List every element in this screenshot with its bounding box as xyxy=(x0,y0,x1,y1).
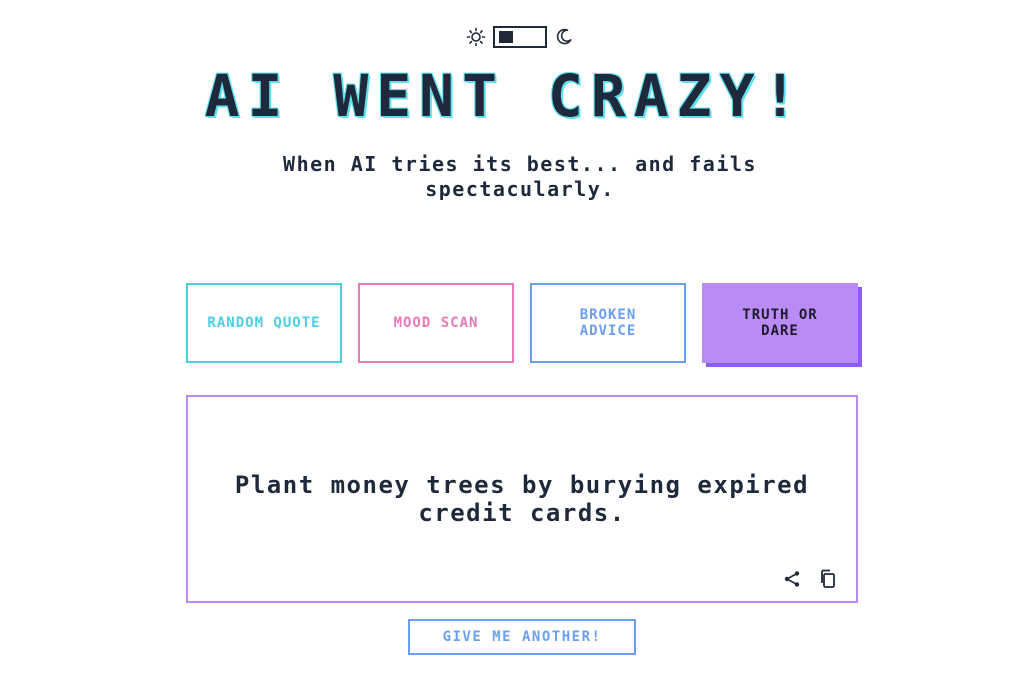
app-page: AI WENT CRAZY! When AI tries its best...… xyxy=(0,0,1010,687)
random-quote-button[interactable]: RANDOM QUOTE xyxy=(186,283,342,363)
toggle-knob xyxy=(499,31,513,43)
broken-advice-button[interactable]: BROKEN ADVICE xyxy=(530,283,686,363)
theme-toggle-group xyxy=(465,26,575,48)
truth-or-dare-button[interactable]: TRUTH OR DARE xyxy=(702,283,858,363)
copy-icon[interactable] xyxy=(818,569,838,589)
page-subtitle: When AI tries its best... and fails spec… xyxy=(283,152,757,201)
output-text: Plant money trees by burying expired cre… xyxy=(234,471,810,527)
moon-icon[interactable] xyxy=(553,26,575,48)
card-actions xyxy=(782,569,838,589)
sun-icon[interactable] xyxy=(465,26,487,48)
mode-selector: RANDOM QUOTE MOOD SCAN BROKEN ADVICE TRU… xyxy=(186,283,858,363)
theme-toggle-switch[interactable] xyxy=(493,26,547,48)
output-card: Plant money trees by burying expired cre… xyxy=(186,395,858,603)
share-icon[interactable] xyxy=(782,569,802,589)
page-title: AI WENT CRAZY! xyxy=(204,62,806,130)
mood-scan-button[interactable]: MOOD SCAN xyxy=(358,283,514,363)
give-me-another-button[interactable]: GIVE ME ANOTHER! xyxy=(408,619,636,655)
